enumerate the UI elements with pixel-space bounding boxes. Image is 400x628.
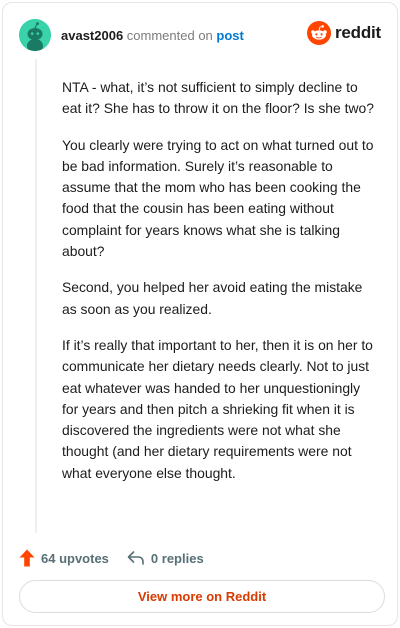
comment-paragraph: Second, you helped her avoid eating the …	[62, 279, 363, 317]
replies-button[interactable]: 0 replies	[127, 550, 204, 566]
reply-count: 0 replies	[150, 550, 204, 566]
upvote-count: 64 upvotes	[41, 550, 109, 566]
user-avatar[interactable]	[19, 19, 51, 51]
comment-paragraph: NTA - what, it’s not sufficient to simpl…	[62, 79, 374, 117]
comment-paragraph: You clearly were trying to act on what t…	[62, 136, 374, 260]
comment-actions: 64 upvotes 0 replies	[19, 547, 204, 569]
comment-paragraph: If it’s really that important to her, th…	[62, 336, 373, 481]
upvote-button[interactable]: 64 upvotes	[19, 549, 109, 567]
reply-arrow-icon	[127, 551, 144, 565]
snoo-avatar-icon	[19, 19, 51, 51]
post-link[interactable]: post	[216, 28, 243, 43]
reddit-wordmark: reddit	[334, 23, 381, 42]
comment-header: avast2006 commented on post reddit	[19, 17, 381, 53]
thread-line[interactable]	[35, 59, 37, 533]
comment-embed-card: avast2006 commented on post reddit NTA -…	[2, 2, 398, 626]
commented-on-text: commented on	[123, 27, 217, 43]
comment-body: NTA - what, it’s not sufficient to simpl…	[62, 77, 376, 499]
upvote-arrow-icon	[19, 549, 35, 567]
username-link[interactable]: avast2006	[61, 28, 123, 43]
comment-meta: avast2006 commented on post	[61, 28, 244, 43]
reddit-snoo-icon	[306, 21, 331, 45]
view-more-button[interactable]: View more on Reddit	[19, 580, 385, 613]
reddit-logo[interactable]: reddit	[306, 21, 381, 45]
